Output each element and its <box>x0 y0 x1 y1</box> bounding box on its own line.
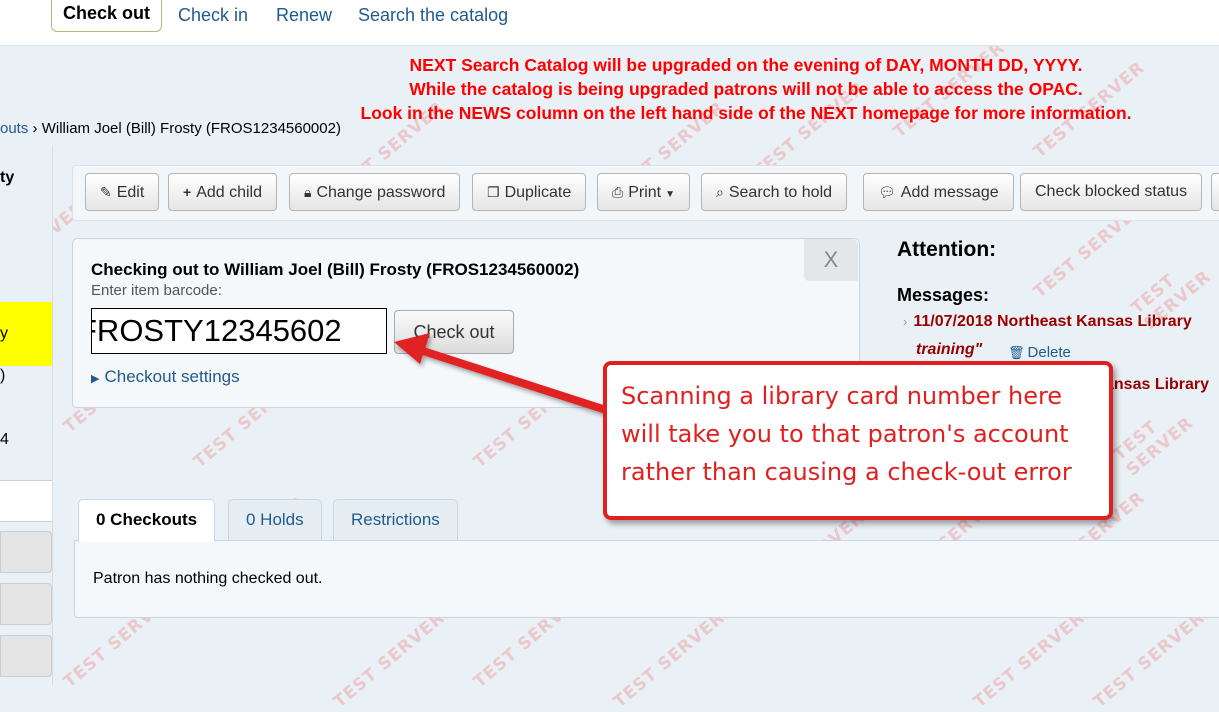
annotation-arrow <box>394 333 610 414</box>
arrow-pointer-icon <box>394 333 610 414</box>
tab-checkouts[interactable]: 0 Checkouts <box>78 499 216 542</box>
annotation-callout: Scanning a library card number here will… <box>603 361 1113 520</box>
